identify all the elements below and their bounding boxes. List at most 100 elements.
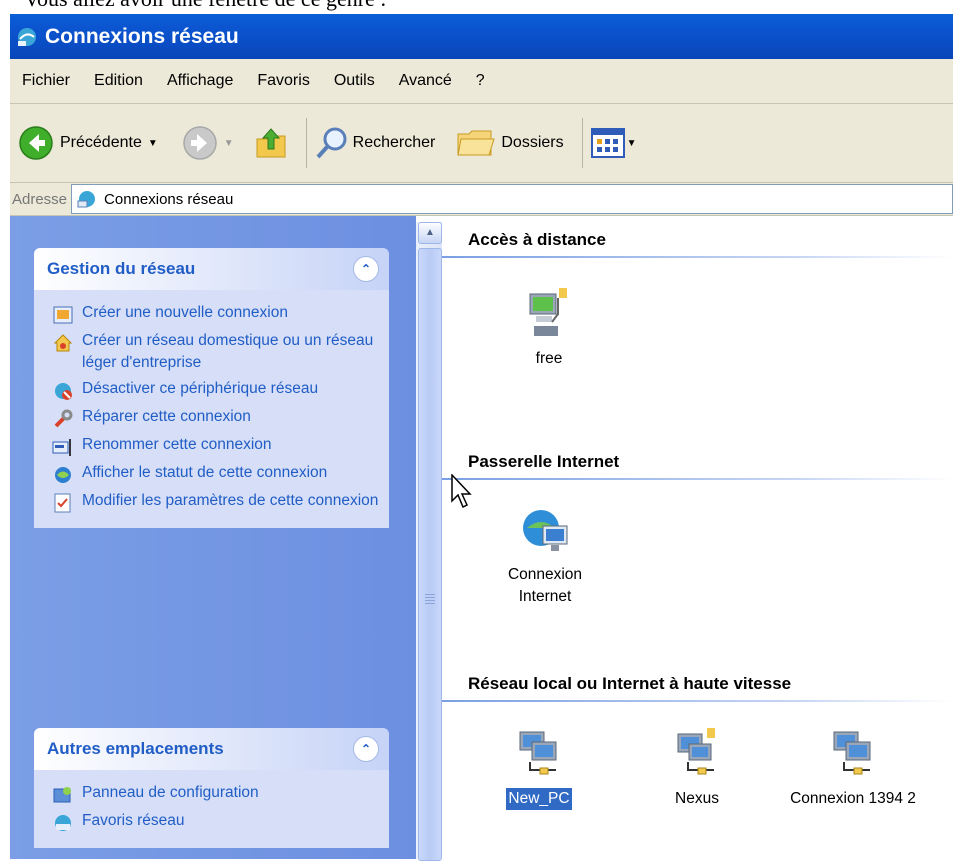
menu-affichage[interactable]: Affichage [167,72,233,90]
task-label: Créer une nouvelle connexion [82,304,288,321]
toolbar: Précédente ▼ ▼ Rechercher Dossiers ▼ [10,104,953,183]
other-places-title: Autres emplacements [47,739,224,758]
task-label: Afficher le statut de cette connexion [82,464,328,481]
connection-1394[interactable]: Connexion 1394 2 [788,724,918,810]
address-label: Adresse [12,190,68,208]
connection-new-pc[interactable]: New_PC [484,724,594,810]
task-create-connection[interactable]: Créer une nouvelle connexion [34,300,389,328]
task-repair-connection[interactable]: Réparer cette connexion [34,404,389,432]
back-label: Précédente [60,134,142,151]
toolbar-separator [305,118,307,168]
network-tasks-body: Créer une nouvelle connexion Créer un ré… [34,290,389,528]
search-button[interactable]: Rechercher [315,125,436,161]
group-divider [442,256,953,258]
folders-icon [457,130,496,156]
place-label: Panneau de configuration [82,784,259,801]
folders-label: Dossiers [501,134,564,151]
menu-favoris[interactable]: Favoris [257,72,309,90]
network-connections-icon [18,27,36,46]
network-connections-icon [77,191,96,208]
forward-button[interactable]: ▼ [182,125,234,161]
forward-arrow-icon [183,126,217,160]
other-places-panel: Autres emplacements ⌃ Panneau de configu… [34,728,389,848]
connection-label: New_PC [506,788,572,810]
network-tasks-header[interactable]: Gestion du réseau ⌃ [34,248,389,290]
group-title-lan: Réseau local ou Internet à haute vitesse [468,674,792,693]
network-places-icon [55,815,71,831]
address-field[interactable]: Connexions réseau [71,184,953,214]
forward-dropdown-icon[interactable]: ▼ [224,138,234,149]
disable-device-icon [55,383,72,400]
scroll-up-arrow-icon[interactable]: ▲ [418,222,442,244]
search-label: Rechercher [352,134,436,151]
views-button[interactable]: ▼ [590,128,637,158]
task-pane-scrollbar[interactable]: ▲ [416,222,442,861]
menu-outils[interactable]: Outils [334,72,375,90]
connection-label: Connexion 1394 2 [790,790,916,807]
task-label: Réparer cette connexion [82,408,251,425]
views-grid-icon [590,128,625,158]
task-rename-connection[interactable]: Renommer cette connexion [34,432,389,460]
other-places-header[interactable]: Autres emplacements ⌃ [34,728,389,770]
connection-label: Connexion Internet [507,566,583,605]
address-bar: Adresse Connexions réseau [10,183,953,216]
back-dropdown-icon[interactable]: ▼ [148,138,158,149]
task-label: Modifier les paramètres de cette connexi… [82,492,379,509]
connection-nexus[interactable]: Nexus [642,724,752,810]
collapse-chevron-icon[interactable]: ⌃ [353,736,379,762]
search-magnifier-icon [316,127,347,159]
task-modify-settings[interactable]: Modifier les paramètres de cette connexi… [34,488,389,516]
properties-icon [54,493,71,513]
lan-connection-icon [677,728,715,775]
connection-label: Nexus [675,790,719,807]
toolbar-separator [581,118,583,168]
menu-bar: Fichier Edition Affichage Favoris Outils… [10,59,953,104]
collapse-chevron-icon[interactable]: ⌃ [353,256,379,282]
menu-fichier[interactable]: Fichier [22,72,70,90]
scroll-thumb[interactable] [418,248,442,861]
window-title: Connexions réseau [45,24,239,48]
place-control-panel[interactable]: Panneau de configuration [34,780,389,808]
other-places-body: Panneau de configuration Favoris réseau [34,770,389,848]
network-tasks-title: Gestion du réseau [47,259,196,278]
task-pane: Gestion du réseau ⌃ Créer une nouvelle c… [10,216,416,859]
task-label: Désactiver ce périphérique réseau [82,380,319,397]
control-panel-icon [53,787,71,803]
lan-connection-icon [833,731,871,775]
task-label: Renommer cette connexion [82,436,272,453]
internet-gateway-icon [523,510,568,551]
window-titlebar[interactable]: Connexions réseau [10,14,953,59]
up-folder-icon [256,128,286,158]
mouse-cursor-icon [451,474,472,509]
back-button[interactable]: Précédente ▼ [18,125,158,161]
task-disable-device[interactable]: Désactiver ce périphérique réseau [34,376,389,404]
connection-label: free [535,350,563,367]
place-label: Favoris réseau [82,812,185,829]
place-network-favorites[interactable]: Favoris réseau [34,808,389,836]
network-tasks-panel: Gestion du réseau ⌃ Créer une nouvelle c… [34,248,389,528]
folders-button[interactable]: Dossiers [455,126,564,160]
connection-internet[interactable]: Connexion Internet [490,504,600,608]
lan-connection-icon [519,731,557,775]
group-title-remote: Accès à distance [468,230,606,249]
group-divider [442,700,953,702]
menu-avance[interactable]: Avancé [399,72,452,90]
task-label: Créer un réseau domestique ou un réseau … [82,332,374,371]
group-title-gateway: Passerelle Internet [468,452,620,471]
connection-free[interactable]: free [494,284,604,370]
menu-help[interactable]: ? [476,72,485,90]
scroll-grip-icon [425,594,435,606]
wrench-icon [54,409,73,428]
dialup-connection-icon [529,288,567,336]
up-folder-button[interactable] [254,125,288,161]
views-dropdown-icon[interactable]: ▼ [627,138,637,149]
status-icon [55,467,71,483]
address-value: Connexions réseau [104,190,234,208]
home-network-icon [53,334,73,352]
menu-edition[interactable]: Edition [94,72,143,90]
group-divider [442,478,953,480]
task-view-status[interactable]: Afficher le statut de cette connexion [34,460,389,488]
rename-icon [52,439,71,456]
task-home-network[interactable]: Créer un réseau domestique ou un réseau … [34,328,389,376]
connections-list: Accès à distance free Passerelle Interne… [442,216,953,859]
